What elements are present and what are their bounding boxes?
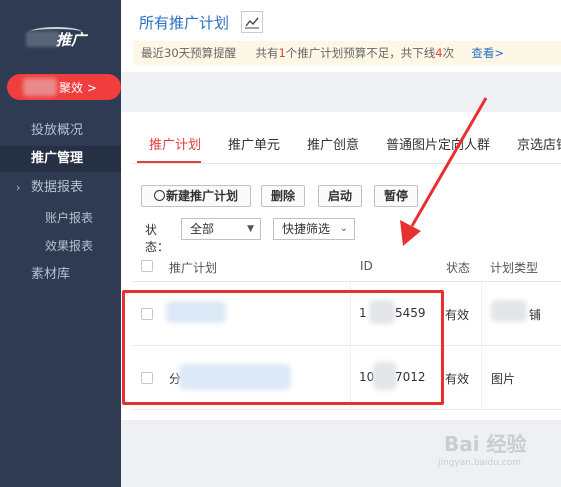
trend-chart-icon bbox=[245, 17, 259, 29]
notice-text-3: 次 bbox=[442, 46, 455, 60]
sidebar-item-material-library[interactable]: 素材库 bbox=[0, 262, 121, 288]
column-header-status: 状态 bbox=[446, 261, 471, 275]
plan-type: 铺 bbox=[529, 308, 542, 322]
tab-promotion-units[interactable]: 推广单元 bbox=[228, 134, 280, 153]
plan-type: 图片 bbox=[491, 372, 516, 386]
notice-count-plans: 1 bbox=[278, 46, 286, 60]
tab-promotion-plans[interactable]: 推广计划 bbox=[149, 134, 201, 153]
logo-text: 推广 bbox=[56, 31, 87, 49]
column-header-plan: 推广计划 bbox=[169, 261, 218, 275]
sidebar-item-effect-report[interactable]: 效果报表 bbox=[0, 233, 121, 259]
page-title: 所有推广计划 bbox=[139, 14, 230, 32]
quick-filter-label: 快捷筛选 bbox=[282, 222, 331, 236]
tab-promotion-creatives[interactable]: 推广创意 bbox=[307, 134, 359, 153]
tab-bar: 推广计划 推广单元 推广创意 普通图片定向人群 京选店铺 bbox=[133, 126, 561, 164]
tab-jingxuan-store[interactable]: 京选店铺 bbox=[517, 134, 561, 153]
notice-text-2: 个推广计划预算不足，共下线 bbox=[285, 46, 436, 60]
status-select-value: 全部 bbox=[190, 222, 215, 236]
sidebar-item-label: 投放概况 bbox=[31, 123, 84, 138]
sidebar-item-label: 效果报表 bbox=[45, 239, 94, 253]
add-circle-icon bbox=[153, 190, 165, 201]
watermark: Bai 经验 jingyan.baidu.com bbox=[426, 428, 556, 478]
new-plan-button[interactable]: 新建推广计划 bbox=[141, 185, 251, 207]
notice-prefix: 最近30天预算提醒 bbox=[141, 46, 237, 60]
column-header-plan-type: 计划类型 bbox=[490, 261, 539, 275]
status-filter-label: 状态： bbox=[145, 223, 170, 254]
tab-image-targeting[interactable]: 普通图片定向人群 bbox=[386, 134, 490, 153]
sidebar-item-overview[interactable]: 投放概况 bbox=[0, 118, 121, 144]
sidebar-item-promotion-management[interactable]: 推广管理 bbox=[0, 146, 121, 172]
delete-button[interactable]: 删除 bbox=[261, 185, 305, 207]
chevron-down-icon: ▼ bbox=[247, 224, 254, 234]
sidebar-item-label: 账户报表 bbox=[45, 211, 94, 225]
chevron-right-icon: › bbox=[16, 181, 21, 194]
main-content: 所有推广计划 最近30天预算提醒 共有1个推广计划预算不足，共下线4次 查看> … bbox=[121, 0, 561, 487]
active-tab-indicator bbox=[137, 161, 201, 163]
plan-status: 有效 bbox=[445, 308, 470, 322]
status-select[interactable]: 全部 ▼ bbox=[181, 218, 261, 240]
quick-filter-dropdown[interactable]: 快捷筛选 ⌄ bbox=[273, 218, 355, 240]
select-all-checkbox[interactable] bbox=[141, 260, 153, 272]
column-divider bbox=[481, 346, 482, 410]
juxiao-button-label: 聚效 > bbox=[59, 81, 97, 95]
sidebar-item-label: 数据报表 bbox=[31, 180, 84, 195]
watermark-brand: Bai 经验 bbox=[444, 432, 527, 456]
chevron-down-icon: ⌄ bbox=[339, 223, 348, 234]
sidebar-item-label: 素材库 bbox=[31, 267, 71, 282]
pause-button[interactable]: 暂停 bbox=[374, 185, 418, 207]
juxiao-button[interactable]: 聚效 > bbox=[7, 74, 121, 100]
column-divider bbox=[481, 282, 482, 346]
watermark-url: jingyan.baidu.com bbox=[438, 458, 522, 468]
sidebar-item-label: 推广管理 bbox=[31, 151, 84, 166]
blurred-type-part bbox=[491, 300, 527, 322]
sidebar-item-data-reports[interactable]: › 数据报表 bbox=[0, 175, 121, 201]
badge-blurred-part bbox=[23, 78, 57, 96]
sidebar-item-account-report[interactable]: 账户报表 bbox=[0, 205, 121, 231]
notice-text-1: 共有 bbox=[255, 46, 279, 60]
notice-count-offline: 4 bbox=[435, 46, 443, 60]
logo: 推广 bbox=[26, 27, 90, 49]
notice-view-link[interactable]: 查看> bbox=[471, 46, 504, 60]
plan-status: 有效 bbox=[445, 372, 470, 386]
new-plan-label: 新建推广计划 bbox=[165, 189, 238, 203]
logo-blurred-part bbox=[26, 31, 60, 47]
highlight-box-annotation bbox=[122, 290, 444, 405]
table-header: 推广计划 ID 状态 计划类型 bbox=[133, 252, 561, 282]
sidebar: 推广 聚效 > 投放概况 推广管理 › 数据报表 账户报表 效果报表 素材库 bbox=[0, 0, 121, 487]
budget-notice: 最近30天预算提醒 共有1个推广计划预算不足，共下线4次 查看> bbox=[133, 41, 561, 65]
section-divider bbox=[121, 72, 561, 112]
start-button[interactable]: 启动 bbox=[318, 185, 362, 207]
column-header-id: ID bbox=[360, 259, 373, 273]
trend-chart-button[interactable] bbox=[241, 11, 263, 33]
